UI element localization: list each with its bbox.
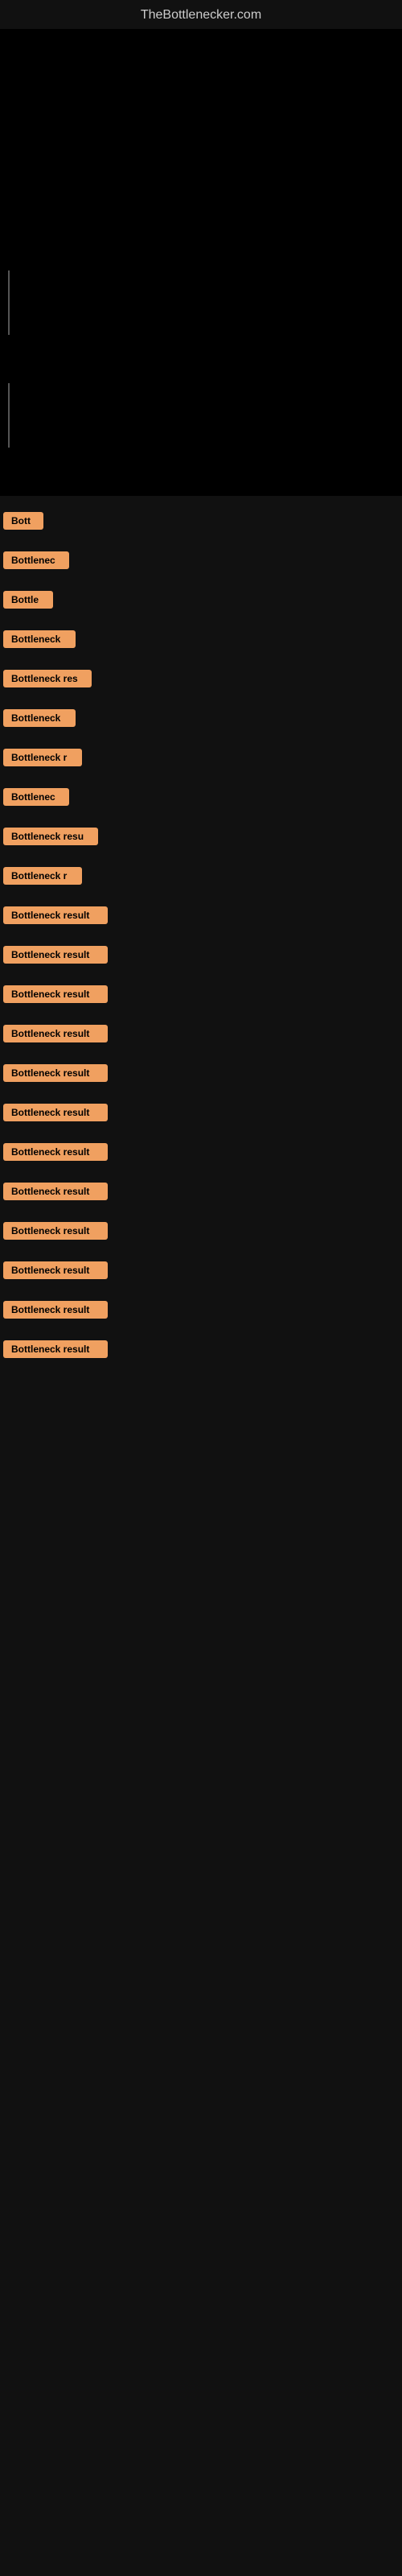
results-section: Bott Bottlenec Bottle Bottleneck Bottleneck … (0, 496, 402, 1362)
v-line-right (8, 383, 10, 448)
result-badge-7[interactable]: Bottleneck r (3, 749, 82, 766)
result-item-1: Bott (0, 512, 402, 534)
result-item-17: Bottleneck result (0, 1143, 402, 1165)
result-badge-21[interactable]: Bottleneck result (3, 1301, 108, 1319)
result-badge-20[interactable]: Bottleneck result (3, 1261, 108, 1279)
result-badge-16[interactable]: Bottleneck result (3, 1104, 108, 1121)
result-item-9: Bottleneck resu (0, 828, 402, 849)
result-badge-5[interactable]: Bottleneck res (3, 670, 92, 687)
result-item-18: Bottleneck result (0, 1183, 402, 1204)
result-badge-14[interactable]: Bottleneck result (3, 1025, 108, 1042)
result-badge-3[interactable]: Bottle (3, 591, 53, 609)
result-badge-17[interactable]: Bottleneck result (3, 1143, 108, 1161)
result-item-10: Bottleneck r (0, 867, 402, 889)
result-badge-9[interactable]: Bottleneck resu (3, 828, 98, 845)
result-item-15: Bottleneck result (0, 1064, 402, 1086)
result-badge-11[interactable]: Bottleneck result (3, 906, 108, 924)
page-container: TheBottlenecker.com BottBottlenecBottleB… (0, 0, 402, 2576)
result-badge-22[interactable]: Bottleneck result (3, 1340, 108, 1358)
result-item-22: Bottleneck result (0, 1340, 402, 1362)
result-badge-19[interactable]: Bottleneck result (3, 1222, 108, 1240)
result-item-3: Bottle (0, 591, 402, 613)
result-item-5: Bottleneck res (0, 670, 402, 691)
result-badge-1[interactable]: Bott (3, 512, 43, 530)
result-item-6: Bottleneck (0, 709, 402, 731)
result-badge-10[interactable]: Bottleneck r (3, 867, 82, 885)
result-badge-6[interactable]: Bottleneck (3, 709, 76, 727)
result-badge-12[interactable]: Bottleneck result (3, 946, 108, 964)
result-item-12: Bottleneck result (0, 946, 402, 968)
chart-area (0, 29, 402, 496)
result-item-14: Bottleneck result (0, 1025, 402, 1046)
result-badge-8[interactable]: Bottlenec (3, 788, 69, 806)
result-item-2: Bottlenec (0, 551, 402, 573)
result-badge-18[interactable]: Bottleneck result (3, 1183, 108, 1200)
result-item-20: Bottleneck result (0, 1261, 402, 1283)
result-item-4: Bottleneck (0, 630, 402, 652)
result-item-8: Bottlenec (0, 788, 402, 810)
result-item-16: Bottleneck result (0, 1104, 402, 1125)
result-item-21: Bottleneck result (0, 1301, 402, 1323)
result-badge-13[interactable]: Bottleneck result (3, 985, 108, 1003)
result-item-11: Bottleneck result (0, 906, 402, 928)
result-item-7: Bottleneck r (0, 749, 402, 770)
result-badge-4[interactable]: Bottleneck (3, 630, 76, 648)
result-badge-15[interactable]: Bottleneck result (3, 1064, 108, 1082)
v-line-left (8, 270, 10, 335)
result-item-19: Bottleneck result (0, 1222, 402, 1244)
site-title: TheBottlenecker.com (0, 0, 402, 29)
result-badge-2[interactable]: Bottlenec (3, 551, 69, 569)
result-item-13: Bottleneck result (0, 985, 402, 1007)
